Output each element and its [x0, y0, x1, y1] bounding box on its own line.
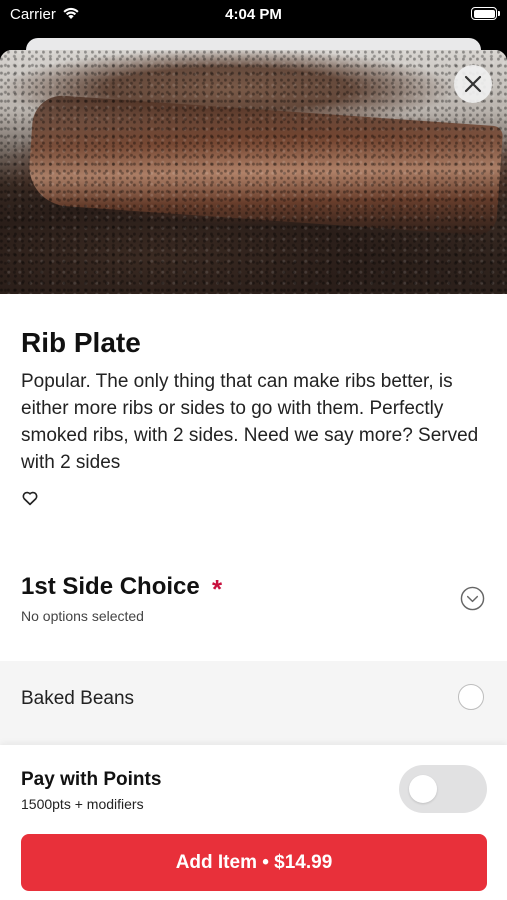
item-description: Popular. The only thing that can make ri… [21, 371, 479, 473]
item-photo [0, 50, 507, 294]
status-bar: Carrier 4:04 PM [0, 0, 507, 30]
order-footer: Pay with Points 1500pts + modifiers Add … [0, 745, 507, 900]
close-icon [464, 75, 482, 93]
item-title: Rib Plate [21, 327, 141, 358]
required-marker: * [212, 574, 223, 604]
add-item-button[interactable]: Add Item • $14.99 [21, 834, 487, 891]
side-option-radio[interactable] [458, 684, 484, 710]
pay-with-points-toggle[interactable] [399, 765, 487, 813]
side-choice-title: 1st Side Choice [21, 573, 200, 600]
chevron-down-icon[interactable] [460, 586, 485, 611]
pay-with-points-title: Pay with Points [21, 769, 162, 790]
pay-with-points-subtitle: 1500pts + modifiers [21, 796, 144, 812]
heart-icon[interactable] [21, 489, 39, 507]
toggle-knob [409, 775, 437, 803]
item-detail-sheet: Rib Plate Popular. The only thing that c… [0, 50, 507, 900]
battery-icon [471, 7, 500, 20]
side-choice-status: No options selected [21, 608, 144, 624]
item-photo-texture [0, 50, 507, 294]
side-option-row[interactable]: Baked Beans [0, 661, 507, 745]
side-option-label: Baked Beans [21, 688, 135, 709]
close-button[interactable] [454, 65, 492, 103]
status-time: 4:04 PM [225, 6, 282, 23]
